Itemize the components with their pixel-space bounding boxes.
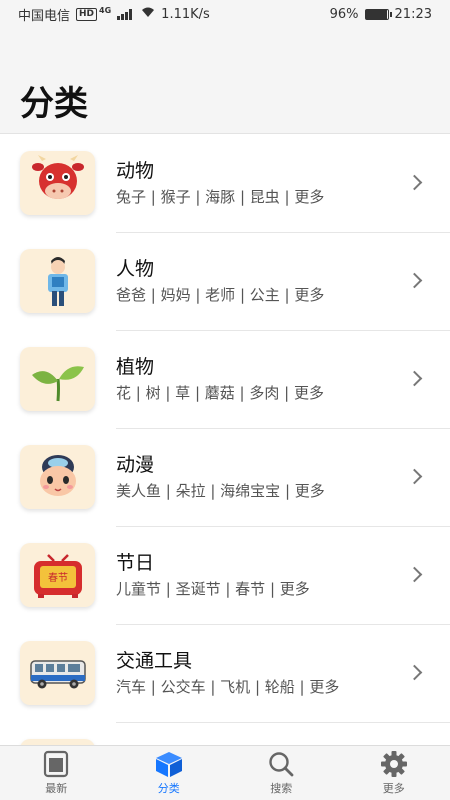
category-title: 节日 <box>116 552 155 574</box>
battery-percent: 96% <box>329 6 359 22</box>
bus-icon <box>20 641 95 705</box>
signal-icon <box>117 8 135 20</box>
page-title: 分类 <box>20 84 88 124</box>
tab-label: 更多 <box>382 782 405 795</box>
category-title: 动物 <box>116 160 155 182</box>
clock: 21:23 <box>394 6 432 22</box>
category-subtitle: 儿童节 | 圣诞节 | 春节 | 更多 <box>116 580 310 598</box>
category-text: 节日 儿童节 | 圣诞节 | 春节 | 更多 <box>116 551 450 599</box>
category-subtitle: 汽车 | 公交车 | 飞机 | 轮船 | 更多 <box>116 678 340 696</box>
category-title: 人物 <box>116 258 155 280</box>
tab-latest[interactable]: 最新 <box>0 746 113 800</box>
category-text: 动漫 美人鱼 | 朵拉 | 海绵宝宝 | 更多 <box>116 453 450 501</box>
category-subtitle: 兔子 | 猴子 | 海豚 | 昆虫 | 更多 <box>116 188 325 206</box>
category-text: 动物 兔子 | 猴子 | 海豚 | 昆虫 | 更多 <box>116 159 450 207</box>
category-title: 植物 <box>116 356 155 378</box>
category-title: 交通工具 <box>116 650 193 672</box>
category-subtitle: 爸爸 | 妈妈 | 老师 | 公主 | 更多 <box>116 286 325 304</box>
category-row-plants[interactable]: 植物 花 | 树 | 草 | 蘑菇 | 多肉 | 更多 <box>0 330 450 428</box>
category-row-animals[interactable]: 动物 兔子 | 猴子 | 海豚 | 昆虫 | 更多 <box>0 134 450 232</box>
network-type: 4G <box>99 5 112 15</box>
hd-badge: HD <box>76 7 98 21</box>
category-text: 交通工具 汽车 | 公交车 | 飞机 | 轮船 | 更多 <box>116 649 450 697</box>
category-row-vehicles[interactable]: 交通工具 汽车 | 公交车 | 飞机 | 轮船 | 更多 <box>0 624 450 722</box>
sprout-icon <box>20 347 95 411</box>
category-row-holidays[interactable]: 春节 节日 儿童节 | 圣诞节 | 春节 | 更多 <box>0 526 450 624</box>
bottom-tab-bar: 最新 分类 搜索 更多 <box>0 745 450 800</box>
search-icon <box>269 752 294 777</box>
tab-more[interactable]: 更多 <box>338 746 450 800</box>
status-bar: 中国电信 HD 4G 1.11K/s 96% 21:23 <box>0 0 450 28</box>
wifi-icon <box>141 6 155 22</box>
tab-category[interactable]: 分类 <box>113 746 226 800</box>
category-text: 植物 花 | 树 | 草 | 蘑菇 | 多肉 | 更多 <box>116 355 450 403</box>
battery-icon <box>364 8 392 20</box>
cube-icon <box>155 752 182 777</box>
tab-label: 搜索 <box>270 782 293 795</box>
tab-search[interactable]: 搜索 <box>225 746 338 800</box>
category-row-anime[interactable]: 动漫 美人鱼 | 朵拉 | 海绵宝宝 | 更多 <box>0 428 450 526</box>
festival-badge-text: 春节 <box>48 572 68 584</box>
category-title: 动漫 <box>116 454 155 476</box>
category-text: 人物 爸爸 | 妈妈 | 老师 | 公主 | 更多 <box>116 257 450 305</box>
category-row-people[interactable]: 人物 爸爸 | 妈妈 | 老师 | 公主 | 更多 <box>0 232 450 330</box>
anime-girl-icon <box>20 445 95 509</box>
gear-icon <box>380 751 407 777</box>
tab-label: 最新 <box>45 782 68 795</box>
carrier-label: 中国电信 <box>18 8 71 24</box>
category-subtitle: 美人鱼 | 朵拉 | 海绵宝宝 | 更多 <box>116 482 325 500</box>
category-subtitle: 花 | 树 | 草 | 蘑菇 | 多肉 | 更多 <box>116 384 324 402</box>
person-reading-icon <box>20 249 95 313</box>
spring-festival-tv-icon: 春节 <box>20 543 95 607</box>
status-left: 中国电信 HD 4G 1.11K/s <box>18 5 210 24</box>
cow-face-icon <box>20 151 95 215</box>
status-right: 96% 21:23 <box>330 7 432 22</box>
tab-label: 分类 <box>157 782 180 795</box>
category-row-partial[interactable] <box>0 722 450 745</box>
category-list[interactable]: 动物 兔子 | 猴子 | 海豚 | 昆虫 | 更多 人物 爸爸 | 妈妈 | 老… <box>0 133 450 745</box>
network-speed: 1.11K/s <box>161 6 210 22</box>
latest-icon <box>44 750 69 778</box>
